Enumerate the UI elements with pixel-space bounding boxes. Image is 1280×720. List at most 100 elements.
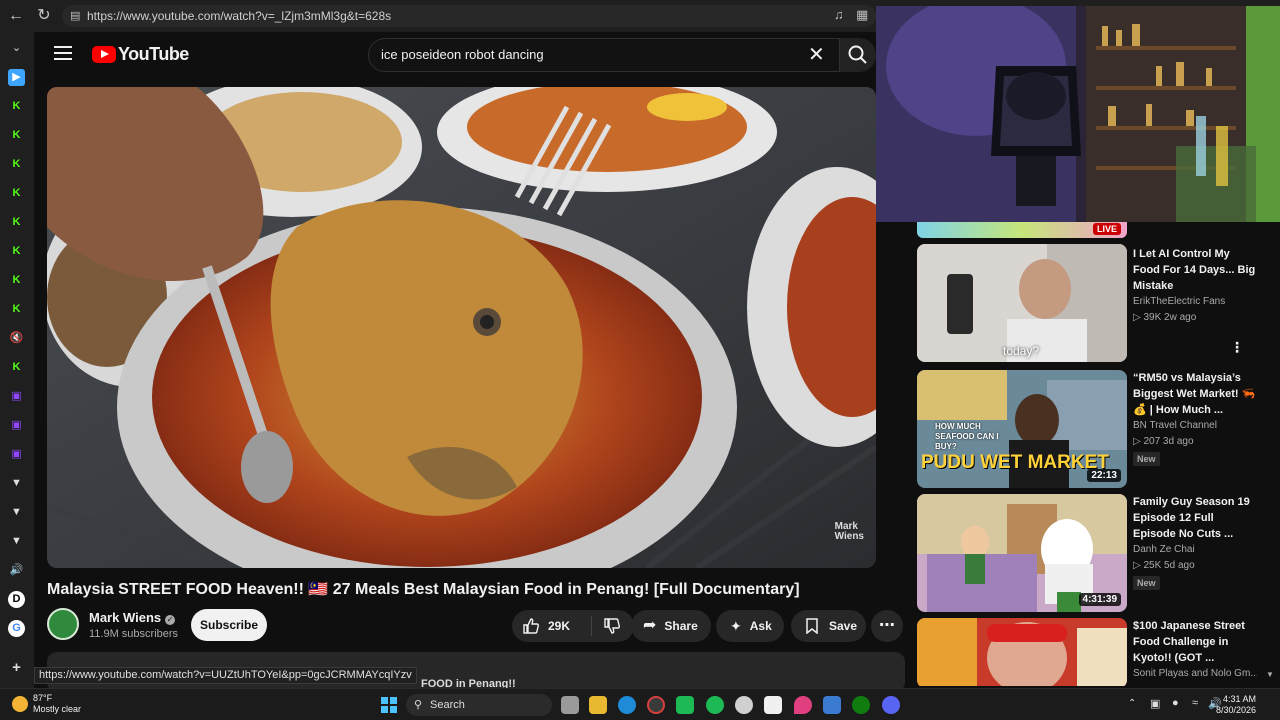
tab-twitch-icon[interactable]: ▣ xyxy=(8,417,25,434)
subscribe-button[interactable]: Subscribe xyxy=(191,609,267,641)
thumbs-up-icon xyxy=(523,618,539,634)
tab-site-icon[interactable]: D xyxy=(8,591,25,608)
spotify-icon[interactable] xyxy=(706,696,724,714)
live-stream-thumbnail[interactable]: LIVE xyxy=(917,222,1127,238)
app-icon[interactable] xyxy=(647,696,665,714)
channel-avatar[interactable] xyxy=(47,608,79,640)
recommended-video[interactable]: HOW MUCH SEAFOOD CAN I BUY? PUDU WET MAR… xyxy=(917,370,1257,488)
video-thumbnail[interactable]: today? xyxy=(917,244,1127,362)
new-badge: New xyxy=(1133,576,1160,590)
recommendation-title[interactable]: Family Guy Season 19 Episode 12 Full Epi… xyxy=(1133,494,1257,542)
recommended-video[interactable]: $100 Japanese Street Food Challenge in K… xyxy=(917,618,1257,686)
recommendation-channel[interactable]: BN Travel Channel xyxy=(1133,420,1217,431)
bookmark-icon xyxy=(806,618,818,634)
dislike-button[interactable] xyxy=(592,617,632,635)
thumbnail-subcaption: HOW MUCH SEAFOOD CAN I BUY? xyxy=(935,422,999,451)
microphone-icon[interactable]: ● xyxy=(1172,697,1179,709)
spreadsheet-icon[interactable] xyxy=(676,696,694,714)
tab-audio-icon[interactable]: 🔊 xyxy=(8,562,25,579)
recommendation-title[interactable]: $100 Japanese Street Food Challenge in K… xyxy=(1133,618,1257,666)
tab-twitch-icon[interactable]: ▣ xyxy=(8,446,25,463)
tab-kick-icon[interactable]: K xyxy=(8,301,25,318)
youtube-play-icon xyxy=(92,45,116,63)
photos-icon[interactable] xyxy=(823,696,841,714)
recommendation-stats: ▷ 25K 5d ago xyxy=(1133,560,1195,571)
scroll-down-icon[interactable]: ▼ xyxy=(1266,670,1274,679)
like-button[interactable]: 29K xyxy=(512,616,592,636)
tab-youtube-icon[interactable]: ▶ xyxy=(8,69,25,86)
youtube-logo[interactable]: YouTube xyxy=(92,44,189,64)
settings-icon[interactable] xyxy=(735,696,753,714)
taskbar-search[interactable]: ⚲ Search xyxy=(406,694,552,716)
new-tab-icon[interactable]: + xyxy=(8,659,25,676)
weather-widget[interactable]: 87°F Mostly clear xyxy=(33,693,81,715)
search-input[interactable]: ice poseideon robot dancing xyxy=(368,38,840,72)
recommendation-title[interactable]: “RM50 vs Malaysia’s Biggest Wet Market! … xyxy=(1133,370,1257,418)
windows-taskbar: 87°F Mostly clear ⚲ Search ⌃ ▣ ● ≈ 🔊 4:3… xyxy=(0,688,1280,720)
tab-site-icon[interactable]: ▼ xyxy=(8,504,25,521)
thumbs-down-icon xyxy=(604,618,620,634)
reload-icon[interactable]: ↻ xyxy=(34,6,54,26)
more-horizontal-icon: ⋯ xyxy=(879,617,895,634)
recommendation-channel[interactable]: ErikTheElectric Fans xyxy=(1133,296,1225,307)
maps-icon[interactable] xyxy=(794,696,812,714)
save-button[interactable]: Save xyxy=(791,610,866,642)
address-bar[interactable]: ▤ https://www.youtube.com/watch?v=_lZjm3… xyxy=(62,5,876,27)
file-explorer-icon[interactable] xyxy=(589,696,607,714)
discord-icon[interactable] xyxy=(882,696,900,714)
channel-name-link[interactable]: Mark Wiens ✓ xyxy=(89,610,176,625)
tab-kick-icon[interactable]: K xyxy=(8,272,25,289)
tray-icon[interactable]: ▣ xyxy=(1150,697,1160,710)
ask-button[interactable]: ✦ Ask xyxy=(716,610,784,642)
recommended-video[interactable]: today? I Let AI Control My Food For 14 D… xyxy=(917,244,1257,362)
site-info-icon[interactable]: ▤ xyxy=(70,5,80,27)
verified-icon: ✓ xyxy=(165,615,176,625)
edge-icon[interactable] xyxy=(618,696,636,714)
task-view-icon[interactable] xyxy=(561,696,579,714)
video-thumbnail[interactable]: HOW MUCH SEAFOOD CAN I BUY? PUDU WET MAR… xyxy=(917,370,1127,488)
wifi-icon[interactable]: ≈ xyxy=(1192,697,1198,709)
notification-bell-icon[interactable]: ♫ xyxy=(834,7,844,22)
tab-kick-icon[interactable]: K xyxy=(8,185,25,202)
recommendation-channel[interactable]: Sonit Playas and Nolo Gm... xyxy=(1133,668,1257,679)
search-button[interactable] xyxy=(840,38,876,72)
video-duration: 22:13 xyxy=(1087,469,1121,482)
tab-kick-icon[interactable]: K xyxy=(8,243,25,260)
thumbnail-image xyxy=(917,618,1127,686)
system-clock[interactable]: 4:31 AM 8/30/2026 xyxy=(1216,694,1256,716)
address-url: https://www.youtube.com/watch?v=_lZjm3mM… xyxy=(87,9,392,23)
tab-kick-icon[interactable]: K xyxy=(8,359,25,376)
menu-icon[interactable] xyxy=(54,46,72,60)
tab-kick-icon[interactable]: K xyxy=(8,127,25,144)
youtube-header: YouTube ice poseideon robot dancing ✕ xyxy=(34,32,876,78)
recommended-video[interactable]: 4:31:39 Family Guy Season 19 Episode 12 … xyxy=(917,494,1257,612)
tab-twitch-icon[interactable]: ▣ xyxy=(8,388,25,405)
live-badge: LIVE xyxy=(1092,223,1121,235)
start-icon[interactable] xyxy=(381,697,397,713)
back-icon[interactable]: ← xyxy=(6,6,26,26)
extensions-icon[interactable]: ▦ xyxy=(856,7,868,23)
video-player[interactable]: Mark Wiens xyxy=(47,87,876,568)
clock-date: 8/30/2026 xyxy=(1215,705,1256,715)
tab-site-icon[interactable]: ▼ xyxy=(8,533,25,550)
tab-google-icon[interactable]: G xyxy=(8,620,25,637)
notepad-icon[interactable] xyxy=(764,696,782,714)
xbox-icon[interactable] xyxy=(852,696,870,714)
tab-site-icon[interactable]: ▼ xyxy=(8,475,25,492)
weather-icon[interactable] xyxy=(12,696,28,712)
clear-search-icon[interactable]: ✕ xyxy=(808,45,825,65)
tab-kick-icon[interactable]: K xyxy=(8,98,25,115)
more-actions-button[interactable]: ⋯ xyxy=(871,610,903,642)
tab-kick-icon[interactable]: K xyxy=(8,214,25,231)
video-thumbnail[interactable] xyxy=(917,618,1127,686)
share-button[interactable]: ➦ Share xyxy=(631,610,711,642)
video-frame xyxy=(47,87,876,568)
video-thumbnail[interactable]: 4:31:39 xyxy=(917,494,1127,612)
more-vertical-icon[interactable]: ⋮ xyxy=(1230,340,1244,354)
tab-muted-icon[interactable]: 🔇 xyxy=(8,330,25,347)
collapse-tabs-icon[interactable]: ⌄ xyxy=(8,40,25,57)
recommendation-title[interactable]: I Let AI Control My Food For 14 Days... … xyxy=(1133,246,1257,294)
recommendation-channel[interactable]: Danh Ze Chai xyxy=(1133,544,1195,555)
show-hidden-icons[interactable]: ⌃ xyxy=(1128,698,1136,709)
tab-kick-icon[interactable]: K xyxy=(8,156,25,173)
